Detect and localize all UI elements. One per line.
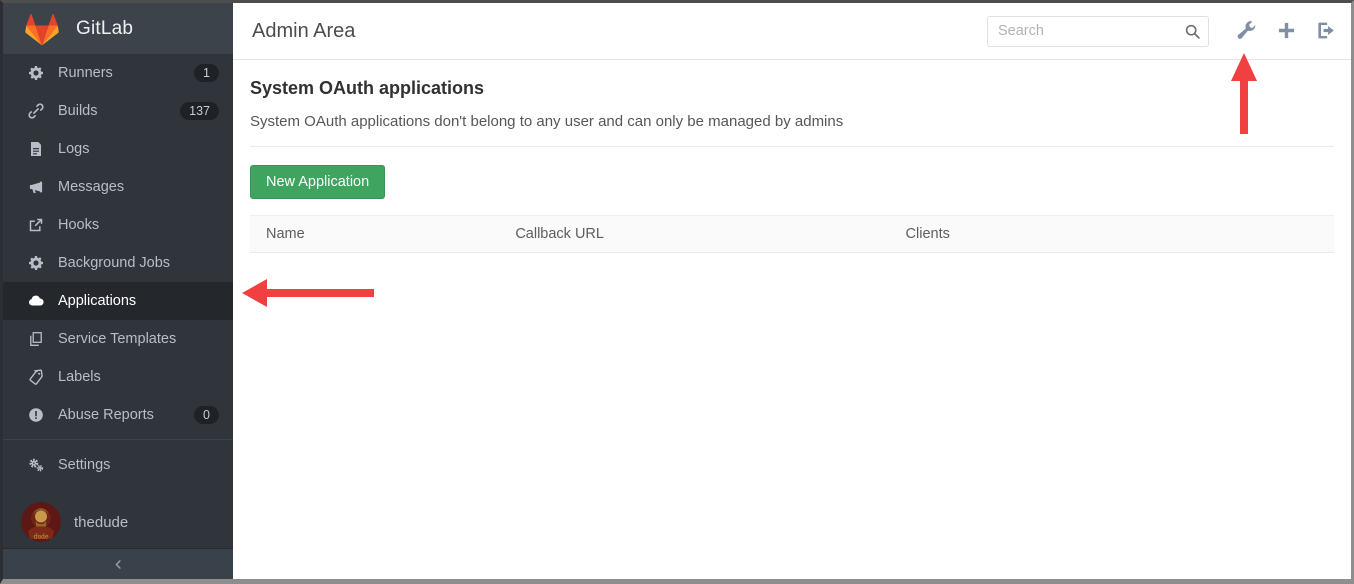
sidebar-item-settings[interactable]: Settings (3, 446, 233, 484)
gitlab-logo-text: GitLab (76, 18, 133, 40)
sidebar-item-background-jobs[interactable]: Background Jobs (3, 244, 233, 282)
gear-icon (28, 65, 44, 81)
sign-out-button[interactable] (1315, 20, 1337, 42)
sign-out-icon (1316, 20, 1337, 41)
count-badge: 1 (194, 64, 219, 82)
bullhorn-icon (28, 179, 44, 195)
plus-icon (1276, 20, 1297, 41)
sidebar-item-label: Builds (58, 103, 180, 119)
column-header: Name (250, 216, 499, 253)
sidebar-item-service-templates[interactable]: Service Templates (3, 320, 233, 358)
username: thedude (74, 514, 128, 531)
app-window: GitLab Runners 1 Builds 137 Logs (0, 0, 1354, 584)
link-icon (28, 103, 44, 119)
table-header-row: NameCallback URLClients (250, 216, 1334, 253)
search-icon (1184, 23, 1201, 40)
admin-area-button[interactable] (1235, 20, 1257, 42)
sidebar-item-applications[interactable]: Applications (3, 282, 233, 320)
exclamation-circle-icon (28, 407, 44, 423)
gear-icon (28, 255, 44, 271)
cloud-icon (28, 293, 44, 309)
search-input[interactable] (987, 16, 1209, 47)
header-action-buttons (1217, 20, 1337, 42)
count-badge: 137 (180, 102, 219, 120)
main-area: Admin Area (233, 3, 1351, 579)
sidebar-item-label: Logs (58, 141, 219, 157)
column-header: Clients (890, 216, 1334, 253)
column-header: Callback URL (499, 216, 889, 253)
sidebar-item-label: Labels (58, 369, 219, 385)
page-title: Admin Area (252, 20, 987, 43)
svg-text:dude: dude (33, 534, 49, 541)
top-header: Admin Area (233, 3, 1351, 60)
new-project-button[interactable] (1275, 20, 1297, 42)
wrench-icon (1236, 20, 1257, 41)
sidebar-item-builds[interactable]: Builds 137 (3, 92, 233, 130)
sidebar-item-hooks[interactable]: Hooks (3, 206, 233, 244)
sidebar-item-label: Hooks (58, 217, 219, 233)
sidebar-item-label: Messages (58, 179, 219, 195)
sidebar-item-logs[interactable]: Logs (3, 130, 233, 168)
sidebar-item-abuse-reports[interactable]: Abuse Reports 0 (3, 396, 233, 434)
sidebar-item-label: Abuse Reports (58, 407, 194, 423)
sidebar-item-label: Service Templates (58, 331, 219, 347)
tag-icon (28, 369, 44, 385)
count-badge: 0 (194, 406, 219, 424)
sidebar-item-label: Runners (58, 65, 194, 81)
sidebar-item-label: Applications (58, 293, 219, 309)
new-application-button[interactable]: New Application (250, 165, 385, 199)
avatar-image: dude (21, 502, 61, 542)
gitlab-home-link[interactable]: GitLab (3, 3, 233, 54)
sidebar-item-messages[interactable]: Messages (3, 168, 233, 206)
gitlab-tanuki-icon (25, 13, 59, 46)
sidebar-item-label: Settings (58, 457, 219, 473)
file-text-icon (28, 141, 44, 157)
applications-table: NameCallback URLClients (250, 215, 1334, 253)
sidebar-item-label: Background Jobs (58, 255, 219, 271)
sidebar-nav: Runners 1 Builds 137 Logs Messa (3, 54, 233, 434)
sidebar-bottom-section: Settings dude thedude (3, 439, 233, 548)
section-description: System OAuth applications don't belong t… (250, 113, 1334, 130)
content-section: System OAuth applications System OAuth a… (233, 60, 1351, 253)
section-heading: System OAuth applications (250, 78, 1334, 99)
gears-icon (28, 457, 44, 473)
sidebar-collapse-button[interactable] (3, 548, 233, 579)
avatar: dude (21, 502, 61, 542)
chevron-left-icon (112, 558, 125, 571)
search-box (987, 16, 1209, 47)
divider (250, 146, 1334, 147)
sidebar: GitLab Runners 1 Builds 137 Logs (3, 3, 233, 579)
sidebar-item-runners[interactable]: Runners 1 (3, 54, 233, 92)
copy-icon (28, 331, 44, 347)
sidebar-item-labels[interactable]: Labels (3, 358, 233, 396)
external-link-icon (28, 217, 44, 233)
sidebar-user[interactable]: dude thedude (3, 496, 233, 548)
